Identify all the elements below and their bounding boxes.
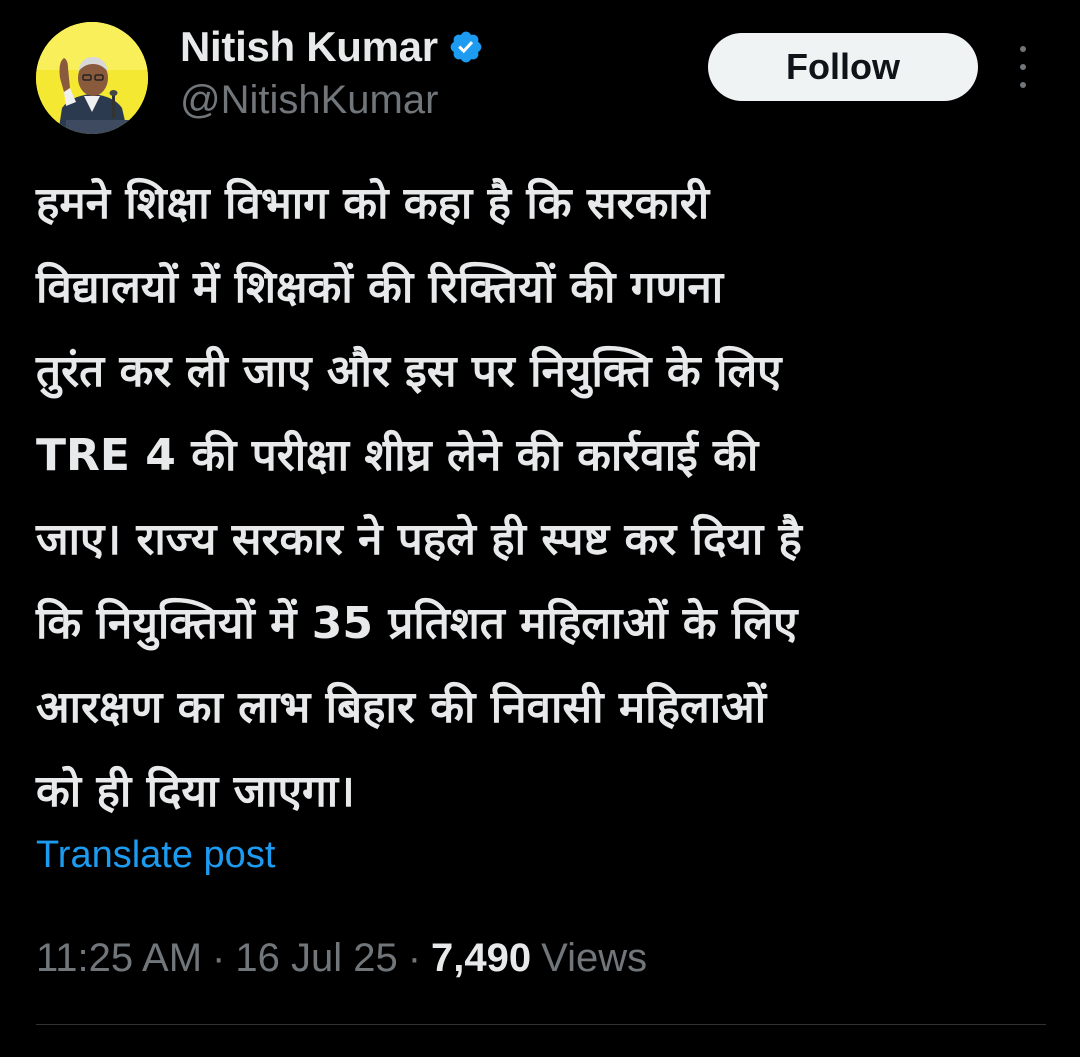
post-container: Nitish Kumar @NitishKumar Follow हमने शि… [0, 0, 1080, 1057]
post-text-line: आरक्षण का लाभ बिहार की निवासी महिलाओं [36, 682, 767, 733]
post-date[interactable]: 16 Jul 25 [235, 936, 397, 981]
post-time[interactable]: 11:25 AM [36, 936, 202, 981]
post-text-line: को ही दिया जाएगा। [36, 766, 355, 817]
post-text-line: तुरंत कर ली जाए और इस पर नियुक्ति के लिए [36, 346, 782, 397]
divider [36, 1024, 1046, 1025]
more-dot [1020, 46, 1026, 52]
post-meta: 11:25 AM · 16 Jul 25 · 7,490 Views [36, 936, 647, 981]
post-text-line: जाए। राज्य सरकार ने पहले ही स्पष्ट कर दि… [36, 514, 802, 565]
more-options-icon[interactable] [1010, 46, 1036, 88]
author-handle[interactable]: @NitishKumar [180, 78, 484, 123]
author-display-name[interactable]: Nitish Kumar [180, 23, 438, 71]
follow-button[interactable]: Follow [708, 33, 978, 101]
meta-separator: · [212, 936, 226, 980]
author-info: Nitish Kumar @NitishKumar [180, 18, 484, 123]
post-text: हमने शिक्षा विभाग को कहा है कि सरकारी वि… [36, 162, 1046, 834]
views-label: Views [541, 936, 648, 980]
post-text-line: कि नियुक्तियों में 35 प्रतिशत महिलाओं के… [36, 598, 798, 649]
post-text-line: विद्यालयों में शिक्षकों की रिक्तियों की … [36, 262, 724, 313]
meta-separator: · [407, 936, 422, 980]
verified-badge-icon [448, 29, 484, 65]
author-avatar[interactable] [36, 22, 148, 134]
post-text-line: TRE 4 की परीक्षा शीघ्र लेने की कार्रवाई … [36, 430, 759, 481]
post-text-line: हमने शिक्षा विभाग को कहा है कि सरकारी [36, 178, 710, 229]
more-dot [1020, 64, 1026, 70]
more-dot [1020, 82, 1026, 88]
translate-post-link[interactable]: Translate post [36, 834, 275, 877]
views-count: 7,490 [431, 936, 532, 980]
avatar-photo [36, 22, 148, 134]
author-name-row: Nitish Kumar [180, 18, 484, 76]
